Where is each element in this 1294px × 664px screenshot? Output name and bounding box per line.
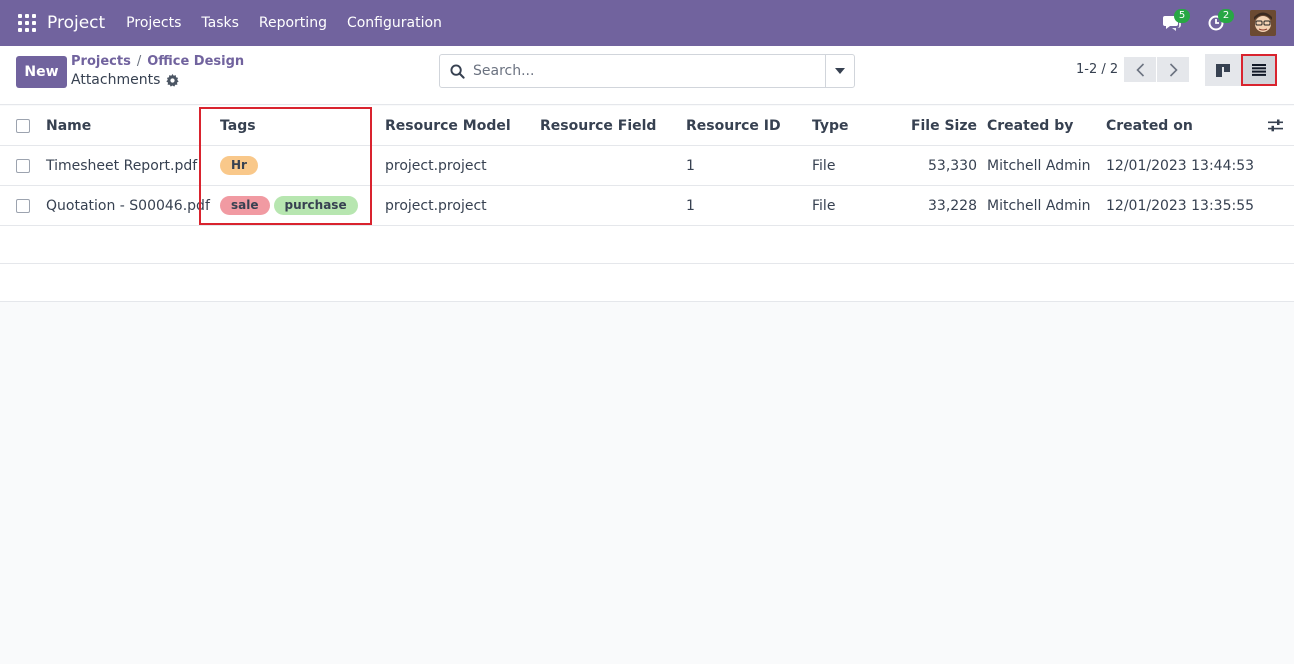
apps-menu-icon[interactable] <box>18 14 36 32</box>
breadcrumb-office-design[interactable]: Office Design <box>147 54 244 69</box>
cell-created-on: 12/01/2023 13:44:53 <box>1106 157 1255 174</box>
cell-name[interactable]: Quotation - S00046.pdf <box>46 186 210 225</box>
breadcrumb: Projects / Office Design <box>71 54 244 69</box>
cell-created-by: Mitchell Admin <box>987 197 1091 214</box>
column-header-type[interactable]: Type <box>812 106 849 145</box>
cell-created-by: Mitchell Admin <box>987 157 1091 174</box>
pager-previous-button[interactable] <box>1124 57 1156 82</box>
search-box <box>439 54 855 88</box>
cell-resource-model: project.project <box>385 197 487 214</box>
breadcrumb-projects[interactable]: Projects <box>71 54 131 69</box>
cell-type: File <box>812 197 836 214</box>
cell-tags: Hr <box>220 146 262 185</box>
sliders-icon <box>1268 119 1283 132</box>
messages-button[interactable]: 5 <box>1160 9 1190 35</box>
caret-down-icon <box>835 68 845 74</box>
cell-created-on: 12/01/2023 13:35:55 <box>1106 197 1255 214</box>
tag-badge: sale <box>220 196 270 215</box>
messages-badge: 5 <box>1174 9 1190 23</box>
row-checkbox[interactable] <box>16 198 30 213</box>
search-input[interactable] <box>473 63 813 79</box>
search-icon <box>450 63 465 79</box>
list-icon <box>1252 64 1266 76</box>
column-header-resource-model[interactable]: Resource Model <box>385 106 511 145</box>
pager-next-button[interactable] <box>1157 57 1189 82</box>
empty-row <box>0 226 1294 264</box>
avatar-image-icon <box>1250 10 1276 36</box>
top-navbar: Project Projects Tasks Reporting Configu… <box>0 0 1294 46</box>
row-select-cell <box>16 146 30 185</box>
cell-tags: sale purchase <box>220 186 362 225</box>
view-switcher <box>1205 54 1277 86</box>
tag-badge: Hr <box>220 156 258 175</box>
optional-columns-toggle[interactable] <box>1268 106 1283 145</box>
menu-item-tasks[interactable]: Tasks <box>201 15 239 31</box>
activities-badge: 2 <box>1218 9 1234 23</box>
cell-name[interactable]: Timesheet Report.pdf <box>46 146 197 185</box>
pager-buttons <box>1124 57 1189 82</box>
app-brand[interactable]: Project <box>47 13 105 33</box>
table-row[interactable]: Quotation - S00046.pdf sale purchase pro… <box>0 186 1294 226</box>
column-header-resource-id[interactable]: Resource ID <box>686 106 781 145</box>
table-header: Name Tags Resource Model Resource Field … <box>0 106 1294 146</box>
menu-item-reporting[interactable]: Reporting <box>259 15 327 31</box>
table-row[interactable]: Timesheet Report.pdf Hr project.project … <box>0 146 1294 186</box>
column-header-resource-field[interactable]: Resource Field <box>540 106 656 145</box>
cell-type: File <box>812 157 836 174</box>
kanban-icon <box>1216 63 1230 77</box>
column-header-file-size[interactable]: File Size <box>900 106 977 145</box>
empty-row <box>0 264 1294 302</box>
cell-file-size: 53,330 <box>928 157 977 174</box>
kanban-view-button[interactable] <box>1205 54 1241 86</box>
gear-icon[interactable] <box>166 73 180 87</box>
page-title: Attachments <box>71 72 161 88</box>
user-avatar[interactable] <box>1250 10 1276 36</box>
cell-resource-id: 1 <box>686 197 695 214</box>
tag-badge: purchase <box>273 196 358 215</box>
cell-resource-id: 1 <box>686 157 695 174</box>
activities-button[interactable]: 2 <box>1204 9 1234 35</box>
attachments-list: Name Tags Resource Model Resource Field … <box>0 106 1294 302</box>
search-options-toggle[interactable] <box>825 55 854 87</box>
breadcrumb-separator: / <box>136 54 142 69</box>
page-title-wrap: Attachments <box>71 72 180 88</box>
cell-resource-model: project.project <box>385 157 487 174</box>
select-all-cell <box>16 106 30 145</box>
column-header-name[interactable]: Name <box>46 106 91 145</box>
column-header-created-by[interactable]: Created by <box>987 106 1073 145</box>
select-all-checkbox[interactable] <box>16 118 30 133</box>
menu-item-projects[interactable]: Projects <box>126 15 181 31</box>
row-select-cell <box>16 186 30 225</box>
list-view-button[interactable] <box>1241 54 1277 86</box>
new-button[interactable]: New <box>16 56 67 88</box>
cell-file-size: 33,228 <box>928 197 977 214</box>
row-checkbox[interactable] <box>16 158 30 173</box>
menu-item-configuration[interactable]: Configuration <box>347 15 442 31</box>
column-header-created-on[interactable]: Created on <box>1106 106 1193 145</box>
chevron-left-icon <box>1135 62 1144 77</box>
chevron-right-icon <box>1169 62 1178 77</box>
column-header-tags[interactable]: Tags <box>220 106 256 145</box>
control-panel: New Projects / Office Design Attachments 1… <box>0 46 1294 105</box>
pager-value[interactable]: 1-2 / 2 <box>1076 62 1118 77</box>
